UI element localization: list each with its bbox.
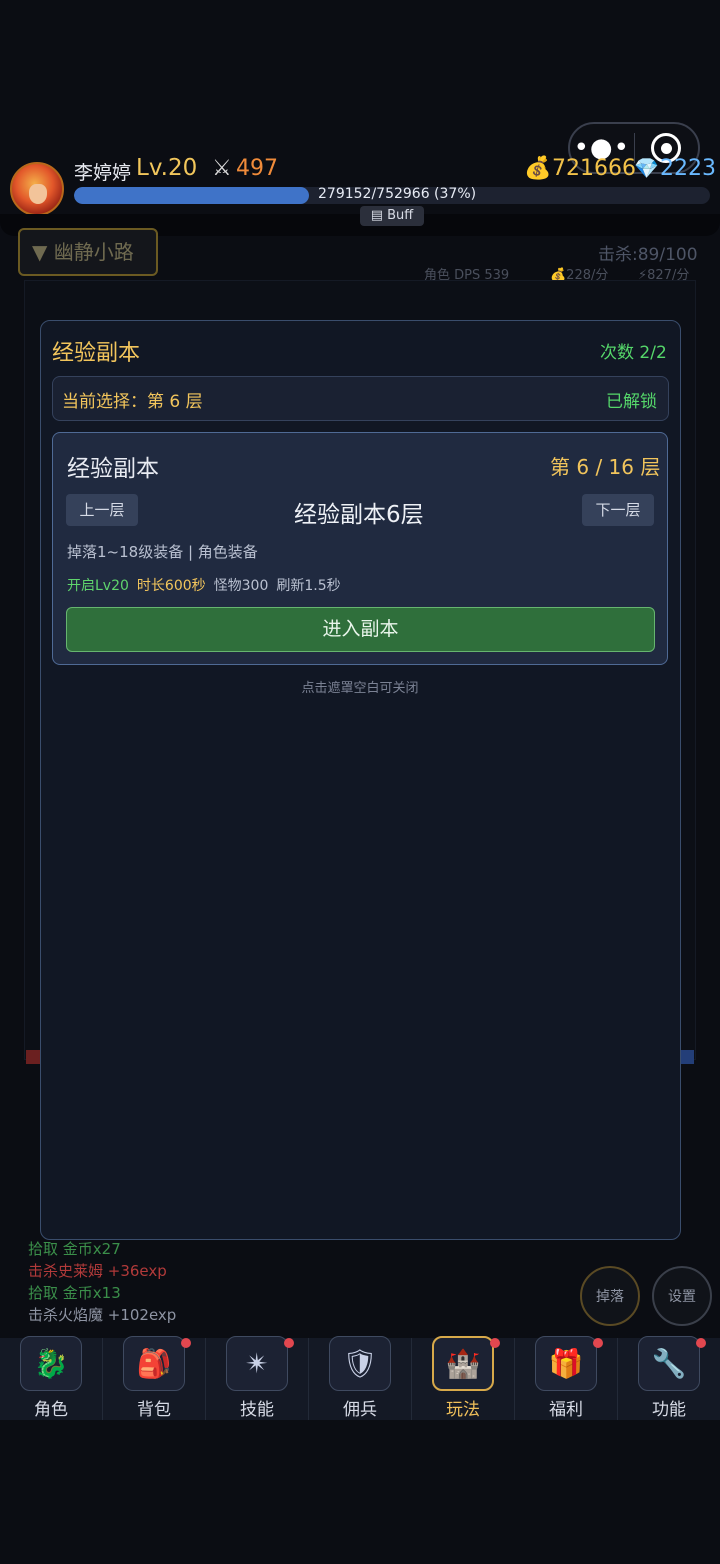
card-title: 经验副本 <box>67 456 159 482</box>
dungeon-name: 经验副本6层 <box>294 502 424 528</box>
backpack-icon: 🎒 <box>123 1336 185 1391</box>
notification-badge <box>181 1338 191 1348</box>
drop-info: 掉落1~18级装备 | 角色装备 <box>67 543 258 561</box>
floor-indicator: 第 6 / 16 层 <box>550 455 661 479</box>
close-hint: 点击遮罩空白可关闭 <box>301 681 419 696</box>
attempt-count: 次数 2/2 <box>600 343 667 363</box>
avatar[interactable] <box>10 162 64 216</box>
next-floor-button[interactable]: 下一层 <box>582 494 654 526</box>
refresh-rate: 刷新1.5秒 <box>276 578 341 594</box>
drop-button[interactable]: 掉落 <box>580 1266 640 1326</box>
nav-item-5[interactable]: 🎁 福利 <box>515 1336 618 1420</box>
character-icon: 🐉 <box>20 1336 82 1391</box>
nav-label: 玩法 <box>446 1400 480 1420</box>
notification-badge <box>696 1338 706 1348</box>
unlock-status: 已解锁 <box>606 392 657 412</box>
nav-item-2[interactable]: ✴ 技能 <box>206 1336 309 1420</box>
diamond-amount: 2223 <box>660 156 716 181</box>
nav-label: 技能 <box>240 1400 274 1420</box>
dungeon-meta: 开启Lv20 时长600秒 怪物300 刷新1.5秒 <box>67 575 349 595</box>
function-icon: 🔧 <box>638 1336 700 1391</box>
exp-bar-fill <box>74 187 310 204</box>
nav-label: 功能 <box>652 1400 686 1420</box>
nav-item-6[interactable]: 🔧 功能 <box>618 1336 720 1420</box>
nav-label: 佣兵 <box>343 1400 377 1420</box>
log-line: 拾取 金币x13 <box>28 1284 121 1302</box>
player-level: Lv.20 <box>136 155 198 181</box>
exp-text: 279152/752966 (37%) <box>318 186 477 202</box>
log-line: 击杀史莱姆 +36exp <box>28 1262 167 1280</box>
buff-label: Buff <box>387 208 414 223</box>
nav-item-1[interactable]: 🎒 背包 <box>103 1336 206 1420</box>
notification-badge <box>490 1338 500 1348</box>
log-line: 击杀火焰魔 +102exp <box>28 1306 177 1324</box>
unlock-level: 开启Lv20 <box>67 578 129 594</box>
nav-item-3[interactable]: 🛡 佣兵 <box>309 1336 412 1420</box>
settings-button[interactable]: 设置 <box>652 1266 712 1326</box>
monster-count: 怪物300 <box>213 578 269 594</box>
modal-title: 经验副本 <box>52 341 141 366</box>
notification-badge <box>593 1338 603 1348</box>
crossed-swords-icon: ⚔ <box>212 156 232 181</box>
combat-power: 497 <box>236 156 278 181</box>
buff-button[interactable]: ▤ Buff <box>360 206 424 226</box>
skill-icon: ✴ <box>226 1336 288 1391</box>
notification-badge <box>284 1338 294 1348</box>
map-selector[interactable]: ▼ 幽静小路 <box>18 228 158 276</box>
enter-dungeon-button[interactable]: 进入副本 <box>66 607 655 652</box>
log-line: 拾取 金币x27 <box>28 1240 121 1258</box>
nav-label: 福利 <box>549 1400 583 1420</box>
player-name: 李婷婷 <box>74 162 132 184</box>
current-selection: 当前选择：第 6 层 <box>62 392 203 412</box>
money-bag-icon: 💰 <box>524 156 552 181</box>
diamond-icon: 💎 <box>634 156 659 180</box>
nav-item-0[interactable]: 🐉 角色 <box>0 1336 103 1420</box>
mercenary-icon: 🛡 <box>329 1336 391 1391</box>
kill-counter: 击杀:89/100 <box>598 245 698 265</box>
welfare-icon: 🎁 <box>535 1336 597 1391</box>
nav-label: 背包 <box>137 1400 171 1420</box>
nav-label: 角色 <box>34 1400 68 1420</box>
gameplay-icon: 🏰 <box>432 1336 494 1391</box>
buff-icon: ▤ <box>370 208 388 223</box>
prev-floor-button[interactable]: 上一层 <box>66 494 138 526</box>
duration: 时长600秒 <box>136 578 206 594</box>
gold-amount: 721666 <box>552 156 636 181</box>
bottom-nav: 🐉 角色 🎒 背包 ✴ 技能 🛡 佣兵 🏰 玩法 🎁 福利 🔧 功能 <box>0 1336 720 1420</box>
nav-item-4[interactable]: 🏰 玩法 <box>412 1336 515 1420</box>
